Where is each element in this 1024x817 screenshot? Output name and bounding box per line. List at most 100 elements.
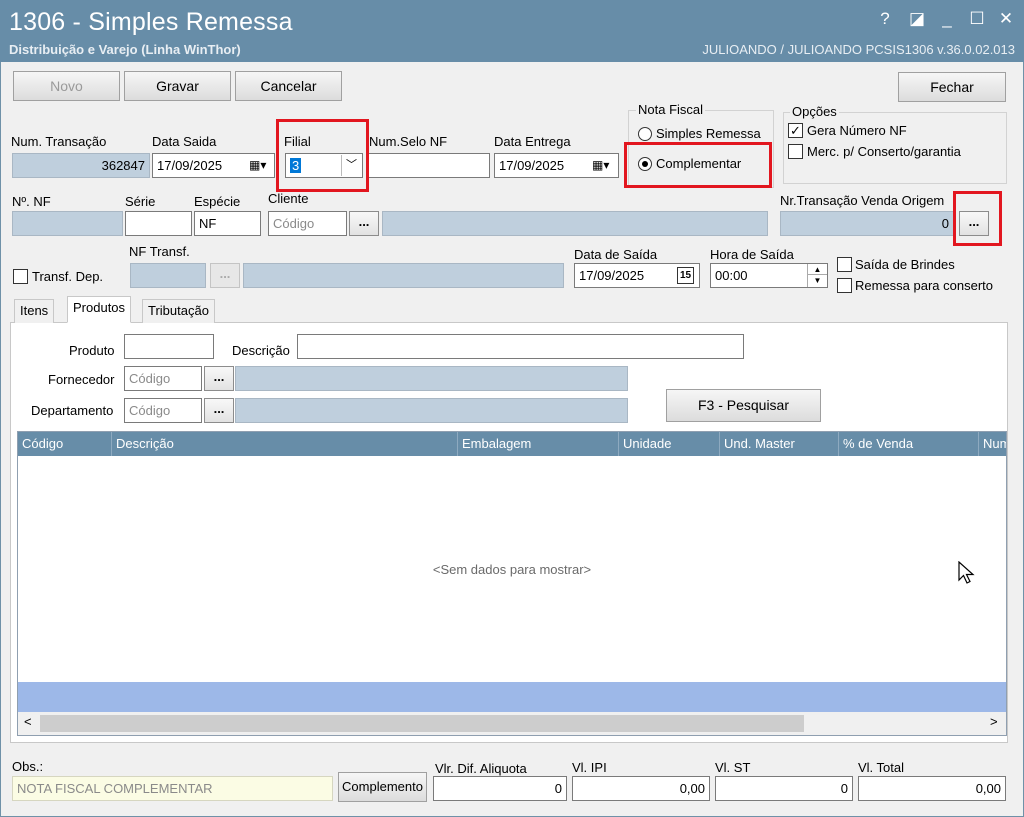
- tab-tributacao[interactable]: Tributação: [142, 299, 215, 323]
- pesquisar-button[interactable]: F3 - Pesquisar: [666, 389, 821, 422]
- column-header-percent-venda[interactable]: % de Venda: [839, 432, 979, 456]
- calendar-dropdown-icon[interactable]: ▦▾: [249, 154, 266, 177]
- departamento-search-button[interactable]: ...: [204, 398, 234, 423]
- empty-grid-message: <Sem dados para mostrar>: [432, 562, 592, 577]
- data-saida-value: 17/09/2025: [157, 158, 223, 173]
- vl-st-field[interactable]: 0: [715, 776, 853, 801]
- products-grid[interactable]: Código Descrição Embalagem Unidade Und. …: [17, 431, 1007, 736]
- num-selo-label: Num.Selo NF: [369, 134, 448, 149]
- departamento-label: Departamento: [31, 403, 114, 418]
- window-subtitle: Distribuição e Varejo (Linha WinThor): [9, 42, 241, 57]
- obs-label: Obs.:: [12, 759, 44, 774]
- column-header-num[interactable]: Num: [979, 432, 1006, 456]
- vl-ipi-field[interactable]: 0,00: [572, 776, 710, 801]
- vl-total-label: Vl. Total: [858, 760, 905, 775]
- vl-total-field[interactable]: 0,00: [858, 776, 1006, 801]
- data-de-saida-label: Data de Saída: [574, 247, 658, 262]
- transf-dep-label[interactable]: Transf. Dep.: [32, 269, 103, 284]
- vlr-dif-aliquota-label: Vlr. Dif. Aliquota: [435, 761, 527, 776]
- produto-label: Produto: [69, 343, 115, 358]
- cliente-nome-field: [382, 211, 768, 236]
- cliente-search-button[interactable]: ...: [349, 211, 379, 236]
- data-entrega-value: 17/09/2025: [499, 158, 565, 173]
- nf-label: Nº. NF: [12, 194, 51, 209]
- tab-produtos[interactable]: Produtos: [67, 296, 132, 323]
- column-header-descricao[interactable]: Descrição: [112, 432, 458, 456]
- horizontal-scrollbar[interactable]: < >: [18, 712, 1006, 735]
- window-title: 1306 - Simples Remessa: [9, 8, 293, 36]
- minimize-icon[interactable]: _: [936, 8, 958, 30]
- scroll-left-icon[interactable]: <: [24, 714, 32, 729]
- data-de-saida-field[interactable]: 17/09/2025 15: [574, 263, 700, 288]
- produto-field[interactable]: [124, 334, 214, 359]
- merc-conserto-checkbox[interactable]: [788, 144, 803, 159]
- nr-transacao-label: Nr.Transação Venda Origem: [780, 193, 945, 208]
- data-de-saida-value: 17/09/2025: [579, 268, 645, 283]
- fornecedor-nome-field: [235, 366, 628, 391]
- column-header-codigo[interactable]: Código: [18, 432, 112, 456]
- simples-remessa-label[interactable]: Simples Remessa: [656, 126, 761, 141]
- tab-itens[interactable]: Itens: [14, 299, 55, 323]
- title-bar: 1306 - Simples Remessa Distribuição e Va…: [0, 0, 1024, 62]
- descricao-field[interactable]: [297, 334, 744, 359]
- spin-down-icon[interactable]: ▼: [807, 275, 827, 287]
- simples-remessa-radio[interactable]: [638, 127, 652, 141]
- nr-transacao-field: 0: [780, 211, 954, 236]
- calendar-icon[interactable]: 15: [677, 267, 694, 284]
- obs-field[interactable]: NOTA FISCAL COMPLEMENTAR: [12, 776, 333, 801]
- scrollbar-thumb[interactable]: [40, 715, 804, 732]
- opcoes-legend: Opções: [790, 104, 839, 119]
- close-icon[interactable]: ✕: [995, 8, 1017, 30]
- especie-label: Espécie: [194, 194, 241, 209]
- nf-transf-label: NF Transf.: [129, 244, 190, 259]
- help-icon[interactable]: ?: [874, 8, 896, 30]
- serie-label: Série: [125, 194, 156, 209]
- fechar-button[interactable]: Fechar: [898, 72, 1006, 102]
- saida-brindes-label[interactable]: Saída de Brindes: [855, 257, 955, 272]
- scroll-right-icon[interactable]: >: [990, 714, 998, 729]
- vl-st-label: Vl. ST: [715, 760, 751, 775]
- fornecedor-label: Fornecedor: [48, 372, 115, 387]
- data-saida-field[interactable]: 17/09/2025 ▦▾: [152, 153, 275, 178]
- transf-dep-checkbox[interactable]: [13, 269, 28, 284]
- fornecedor-search-button[interactable]: ...: [204, 366, 234, 391]
- num-transacao-label: Num. Transação: [11, 134, 107, 149]
- nf-transf-field: [130, 263, 206, 288]
- grid-header: Código Descrição Embalagem Unidade Und. …: [18, 432, 1006, 456]
- remessa-conserto-checkbox[interactable]: [837, 278, 852, 293]
- num-selo-field[interactable]: [367, 153, 490, 178]
- vlr-dif-aliquota-field[interactable]: 0: [433, 776, 567, 801]
- cliente-label: Cliente: [268, 191, 309, 206]
- column-header-und-master[interactable]: Und. Master: [720, 432, 839, 456]
- calendar-dropdown-icon[interactable]: ▦▾: [592, 154, 609, 177]
- gravar-button[interactable]: Gravar: [124, 71, 231, 101]
- saida-brindes-checkbox[interactable]: [837, 257, 852, 272]
- column-header-embalagem[interactable]: Embalagem: [458, 432, 619, 456]
- novo-button[interactable]: Novo: [13, 71, 120, 101]
- cliente-codigo-field[interactable]: Código: [268, 211, 347, 236]
- gera-numero-nf-checkbox[interactable]: ✓: [788, 123, 803, 138]
- remessa-conserto-label[interactable]: Remessa para conserto: [855, 278, 993, 293]
- descricao-label: Descrição: [232, 343, 290, 358]
- highlight-filial: [276, 119, 369, 192]
- serie-field[interactable]: [125, 211, 192, 236]
- nf-transf-search-button[interactable]: ...: [210, 263, 240, 288]
- num-transacao-field: 362847: [12, 153, 150, 178]
- hora-saida-field[interactable]: 00:00 ▲ ▼: [710, 263, 828, 288]
- hora-saida-label: Hora de Saída: [710, 247, 794, 262]
- cancelar-button[interactable]: Cancelar: [235, 71, 342, 101]
- especie-field[interactable]: NF: [194, 211, 261, 236]
- gera-numero-nf-label[interactable]: Gera Número NF: [807, 123, 907, 138]
- data-entrega-field[interactable]: 17/09/2025 ▦▾: [494, 153, 619, 178]
- maximize-icon[interactable]: ☐: [966, 8, 988, 30]
- fornecedor-codigo-field[interactable]: Código: [124, 366, 202, 391]
- spin-up-icon[interactable]: ▲: [807, 264, 827, 275]
- data-saida-label: Data Saida: [152, 134, 217, 149]
- nf-transf-desc-field: [243, 263, 564, 288]
- departamento-codigo-field[interactable]: Código: [124, 398, 202, 423]
- merc-conserto-label[interactable]: Merc. p/ Conserto/garantia: [807, 144, 961, 159]
- nota-fiscal-legend: Nota Fiscal: [636, 102, 706, 117]
- column-header-unidade[interactable]: Unidade: [619, 432, 720, 456]
- complemento-button[interactable]: Complemento: [338, 772, 427, 802]
- restore-layout-icon[interactable]: ◪: [906, 8, 928, 30]
